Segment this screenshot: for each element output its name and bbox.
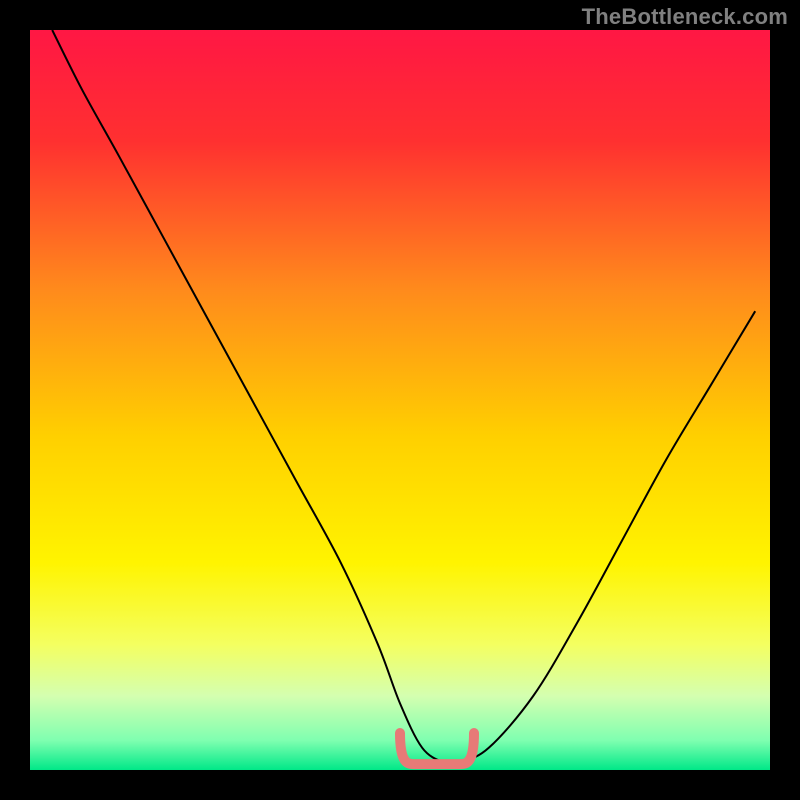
bottleneck-chart <box>0 0 800 800</box>
chart-frame: TheBottleneck.com <box>0 0 800 800</box>
plot-background <box>30 30 770 770</box>
watermark-text: TheBottleneck.com <box>582 4 788 30</box>
